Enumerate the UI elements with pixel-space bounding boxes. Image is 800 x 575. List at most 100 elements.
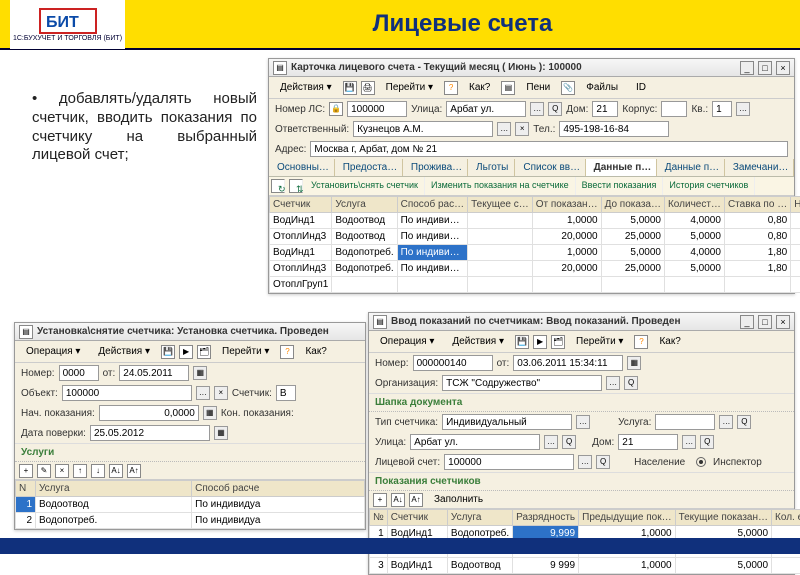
street-input[interactable]	[446, 101, 526, 117]
korpus-input[interactable]	[661, 101, 687, 117]
sort-za-icon[interactable]: A↑	[409, 493, 423, 507]
up-icon[interactable]: ↑	[73, 464, 87, 478]
flat-input[interactable]	[712, 101, 732, 117]
col[interactable]: Услуга	[447, 510, 512, 526]
account-input[interactable]	[444, 454, 574, 470]
sort-icon[interactable]: ⇅	[289, 179, 303, 193]
house-input[interactable]	[618, 434, 678, 450]
open-button[interactable]: Q	[596, 455, 610, 469]
post-icon[interactable]: ▶	[533, 335, 547, 349]
maximize-button[interactable]: □	[758, 61, 772, 75]
tab[interactable]: Основны…	[269, 159, 335, 176]
picker-button[interactable]: …	[578, 455, 592, 469]
doc-number-input[interactable]	[413, 355, 493, 371]
goto-menu[interactable]: Перейти ▾	[215, 343, 276, 360]
radio-label[interactable]: Население	[634, 457, 685, 468]
service-input[interactable]	[655, 414, 715, 430]
tab[interactable]: Замечани…	[725, 159, 794, 176]
street-input[interactable]	[410, 434, 540, 450]
operation-menu[interactable]: Операция ▾	[19, 343, 87, 360]
clear-button[interactable]: ×	[214, 386, 228, 400]
picker-button[interactable]: …	[497, 122, 511, 136]
how-button[interactable]: Как?	[652, 333, 687, 350]
sub-action[interactable]: Ввести показания	[576, 177, 664, 195]
picker-button[interactable]: …	[544, 435, 558, 449]
how-button[interactable]: Как?	[462, 79, 497, 96]
actions-menu[interactable]: Действия ▾	[91, 343, 157, 360]
grid-row[interactable]: 2Водопотреб.По индивидуа	[16, 513, 365, 529]
help-icon[interactable]: ?	[634, 335, 648, 349]
doc-icon[interactable]: ▤	[501, 81, 515, 95]
col[interactable]: Текущее с…	[468, 197, 533, 213]
house-input[interactable]	[592, 101, 618, 117]
grid-row[interactable]: ОтоплИнд3ВодоотводПо индиви…20,000025,00…	[270, 229, 800, 245]
date-input[interactable]	[119, 365, 189, 381]
open-button[interactable]: Q	[624, 376, 638, 390]
grid-row[interactable]: ОтоплИнд3Водопотреб.По индиви…20,000025,…	[270, 261, 800, 277]
help-icon[interactable]: ?	[444, 81, 458, 95]
picker-button[interactable]: …	[606, 376, 620, 390]
sub-action[interactable]: Установить\снять счетчик	[305, 177, 425, 195]
radio-label[interactable]	[696, 457, 709, 468]
open-button[interactable]: Q	[737, 415, 751, 429]
maximize-button[interactable]: □	[758, 315, 772, 329]
save-icon[interactable]: 💾	[515, 335, 529, 349]
col[interactable]: Ставка по …	[724, 197, 790, 213]
fill-button[interactable]: Заполнить	[427, 491, 490, 508]
org-input[interactable]	[442, 375, 602, 391]
operation-menu[interactable]: Операция ▾	[373, 333, 441, 350]
sub-action[interactable]: Изменить показания на счетчике	[425, 177, 576, 195]
object-input[interactable]	[62, 385, 192, 401]
col[interactable]: Услуга	[332, 197, 397, 213]
grid-row[interactable]: 1ВодоотводПо индивидуа	[16, 497, 365, 513]
peni-button[interactable]: Пени	[519, 79, 557, 96]
tab[interactable]: Список вв…	[515, 159, 585, 176]
col[interactable]: Текущие показан…	[675, 510, 771, 526]
check-date-input[interactable]	[90, 425, 210, 441]
clip-icon[interactable]: 📎	[561, 81, 575, 95]
col[interactable]: Начислен	[791, 197, 800, 213]
save-icon[interactable]: 💾	[343, 81, 357, 95]
col[interactable]: №	[370, 510, 388, 526]
goto-menu[interactable]: Перейти ▾	[379, 79, 440, 96]
picker-button[interactable]: …	[196, 386, 210, 400]
sort-az-icon[interactable]: A↓	[109, 464, 123, 478]
save-icon[interactable]: 💾	[161, 345, 175, 359]
doc-number-input[interactable]	[59, 365, 99, 381]
how-button[interactable]: Как?	[298, 343, 333, 360]
calendar-icon[interactable]: ▦	[193, 366, 207, 380]
calc-icon[interactable]: ▦	[203, 406, 217, 420]
minimize-button[interactable]: _	[740, 315, 754, 329]
col[interactable]: Способ рас…	[397, 197, 468, 213]
calendar-icon[interactable]: ▦	[214, 426, 228, 440]
meters-grid[interactable]: СчетчикУслугаСпособ рас…Текущее с…От пок…	[269, 196, 800, 293]
col[interactable]: Счетчик	[387, 510, 447, 526]
picker-button[interactable]: …	[530, 102, 544, 116]
actions-menu[interactable]: Действия ▾	[273, 79, 339, 96]
address-input[interactable]	[310, 141, 788, 157]
del-icon[interactable]: ×	[55, 464, 69, 478]
responsible-input[interactable]	[353, 121, 493, 137]
open-button[interactable]: Q	[548, 102, 562, 116]
col[interactable]: Количест…	[664, 197, 724, 213]
help-icon[interactable]: ?	[280, 345, 294, 359]
phone-input[interactable]	[559, 121, 669, 137]
picker-button[interactable]: …	[736, 102, 750, 116]
actions-menu[interactable]: Действия ▾	[445, 333, 511, 350]
datetime-input[interactable]	[513, 355, 623, 371]
tab[interactable]: Прожива…	[403, 159, 468, 176]
picker-button[interactable]: …	[682, 435, 696, 449]
grid-row[interactable]: ВодИнд1ВодоотводПо индиви…1,00005,00004,…	[270, 213, 800, 229]
col[interactable]: Предыдущие пок…	[579, 510, 675, 526]
add-icon[interactable]: +	[19, 464, 33, 478]
lock-icon[interactable]: 🔒	[329, 102, 343, 116]
add-icon[interactable]: +	[373, 493, 387, 507]
radio-inspector[interactable]	[696, 457, 706, 467]
close-button[interactable]: ×	[776, 61, 790, 75]
col[interactable]: Услуга	[36, 481, 192, 497]
meter-input[interactable]	[276, 385, 296, 401]
open-button[interactable]: Q	[700, 435, 714, 449]
picker-button[interactable]: …	[719, 415, 733, 429]
start-reading-input[interactable]	[99, 405, 199, 421]
grid-row[interactable]: ОтоплГруп1	[270, 277, 800, 293]
